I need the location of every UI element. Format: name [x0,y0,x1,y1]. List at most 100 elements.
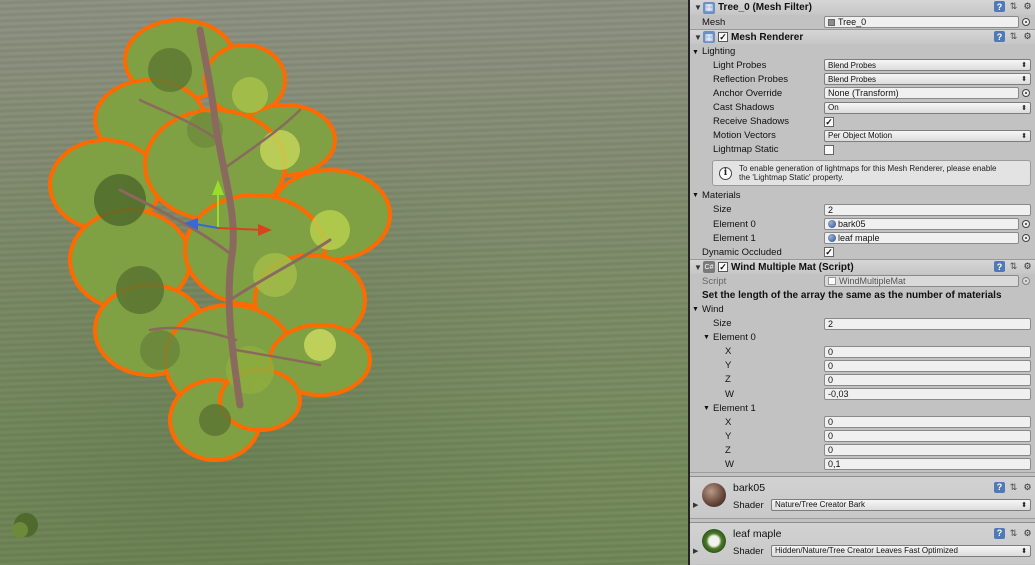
foldout-icon: ▼ [692,192,699,200]
help-icon[interactable]: ? [994,261,1005,273]
cast-shadows-row: Cast Shadows On [690,100,1035,114]
wind-element-1-x-row: X 0 [690,415,1035,429]
wind-element-0-y-row: Y 0 [690,359,1035,373]
receive-shadows-checkbox[interactable]: ✓ [824,116,834,127]
object-picker-icon [1022,277,1030,286]
light-probes-row: Light Probes Blend Probes [690,58,1035,72]
material-element-0-field[interactable]: bark05 [824,218,1019,231]
field-label: X [725,416,732,428]
preset-icon[interactable]: ⇅ [1008,528,1019,539]
object-picker-icon[interactable] [1022,234,1030,243]
wind-element-0-w-row: W -0,03 [690,387,1035,401]
script-file-icon [828,277,836,286]
section-label: Element 1 [713,402,756,414]
object-picker-icon[interactable] [1022,220,1030,229]
help-icon[interactable]: ? [994,481,1005,493]
dynamic-occluded-checkbox[interactable]: ✓ [824,247,834,258]
wind-element-1-y-input[interactable]: 0 [824,430,1031,443]
preset-icon[interactable]: ⇅ [1008,31,1019,42]
material-element-1-field[interactable]: leaf maple [824,232,1019,245]
mesh-field[interactable]: Tree_0 [824,16,1019,29]
foldout-icon[interactable]: ▼ [693,263,703,272]
wind-element-0-foldout[interactable]: ▼ Element 0 [690,331,1035,345]
preset-icon[interactable]: ⇅ [1008,1,1019,12]
object-picker-icon[interactable] [1022,89,1030,98]
material-element-0-row: Element 0 bark05 [690,217,1035,231]
mesh-renderer-enabled-checkbox[interactable]: ✓ [718,32,728,43]
wind-element-1-z-input[interactable]: 0 [824,444,1031,457]
shader-dropdown[interactable]: Hidden/Nature/Tree Creator Leaves Fast O… [771,544,1031,557]
material-bark05-header[interactable]: bark05 ▶ Shader Nature/Tree Creator Bark… [690,475,1035,518]
mesh-filter-header[interactable]: ▼ ▦ Tree_0 (Mesh Filter) ? ⇅ ⚙ [690,0,1035,15]
field-label: Mesh [702,16,726,28]
wind-element-0-x-input[interactable]: 0 [824,345,1031,358]
field-label: Light Probes [713,59,767,71]
mesh-row: Mesh Tree_0 [690,15,1035,29]
reflection-probes-dropdown[interactable]: Blend Probes [824,73,1031,86]
mesh-renderer-header[interactable]: ▼ ▦ ✓ Mesh Renderer ? ⇅ ⚙ [690,29,1035,45]
section-label: Lighting [702,45,736,57]
shader-dropdown[interactable]: Nature/Tree Creator Bark [771,498,1031,511]
preset-icon[interactable]: ⇅ [1008,261,1019,272]
wind-element-0-z-row: Z 0 [690,373,1035,387]
wind-element-1-x-input[interactable]: 0 [824,416,1031,429]
material-icon [828,220,836,229]
wind-size-row: Size 2 [690,317,1035,331]
help-icon[interactable]: ? [994,1,1005,12]
wind-element-0-w-input[interactable]: -0,03 [824,388,1031,401]
field-label: X [725,346,732,358]
shader-label: Shader [733,499,764,511]
help-icon[interactable]: ? [994,31,1005,43]
gear-icon[interactable]: ⚙ [1022,482,1033,493]
wind-element-0-z-input[interactable]: 0 [824,373,1031,386]
field-label: Reflection Probes [713,73,788,85]
material-value: bark05 [838,219,866,230]
wind-element-1-w-row: W 0,1 [690,457,1035,471]
motion-vectors-dropdown[interactable]: Per Object Motion [824,129,1031,142]
script-row: Script WindMultipleMat [690,274,1035,288]
lighting-foldout[interactable]: ▼ Lighting [690,44,1035,58]
info-icon: i [719,166,732,180]
wind-script-header[interactable]: ▼ C# ✓ Wind Multiple Mat (Script) ? ⇅ ⚙ [690,259,1035,275]
lightmap-static-checkbox[interactable] [824,144,834,155]
anchor-override-field[interactable]: None (Transform) [824,87,1019,100]
wind-element-0-y-input[interactable]: 0 [824,359,1031,372]
field-label: Receive Shadows [713,116,790,128]
cast-shadows-dropdown[interactable]: On [824,101,1031,114]
gear-icon[interactable]: ⚙ [1022,1,1033,12]
material-name: bark05 [733,481,766,494]
lightmap-help-box: i To enable generation of lightmaps for … [712,159,1031,186]
wind-size-input[interactable]: 2 [824,317,1031,330]
foldout-icon[interactable]: ▶ [693,547,698,555]
light-probes-dropdown[interactable]: Blend Probes [824,59,1031,72]
gear-icon[interactable]: ⚙ [1022,528,1033,539]
foldout-icon[interactable]: ▶ [693,501,698,509]
material-icon [828,234,836,243]
scene-view[interactable] [0,0,688,565]
wind-element-1-foldout[interactable]: ▼ Element 1 [690,401,1035,415]
wind-element-1-w-input[interactable]: 0,1 [824,458,1031,471]
wind-script-enabled-checkbox[interactable]: ✓ [718,262,728,273]
foldout-icon: ▼ [692,305,699,313]
gear-icon[interactable]: ⚙ [1022,31,1033,42]
anchor-override-row: Anchor Override None (Transform) [690,86,1035,100]
wind-foldout[interactable]: ▼ Wind [690,302,1035,316]
materials-foldout[interactable]: ▼ Materials [690,189,1035,203]
object-picker-icon[interactable] [1022,18,1030,27]
foldout-icon: ▼ [692,48,699,56]
field-label: Z [725,444,731,456]
materials-size-input[interactable]: 2 [824,203,1031,216]
mesh-value: Tree_0 [838,17,867,28]
foldout-icon: ▼ [703,334,710,342]
script-field[interactable]: WindMultipleMat [824,275,1019,288]
section-label: Element 0 [713,332,756,344]
foldout-icon[interactable]: ▼ [693,33,703,42]
foldout-icon[interactable]: ▼ [693,3,703,12]
material-leaf-maple-header[interactable]: leaf maple ▶ Shader Hidden/Nature/Tree C… [690,521,1035,564]
preset-icon[interactable]: ⇅ [1008,482,1019,493]
help-text-line: To enable generation of lightmaps for th… [739,163,997,173]
gear-icon[interactable]: ⚙ [1022,261,1033,272]
section-label: Materials [702,190,741,202]
help-icon[interactable]: ? [994,527,1005,539]
foldout-icon: ▼ [703,404,710,412]
